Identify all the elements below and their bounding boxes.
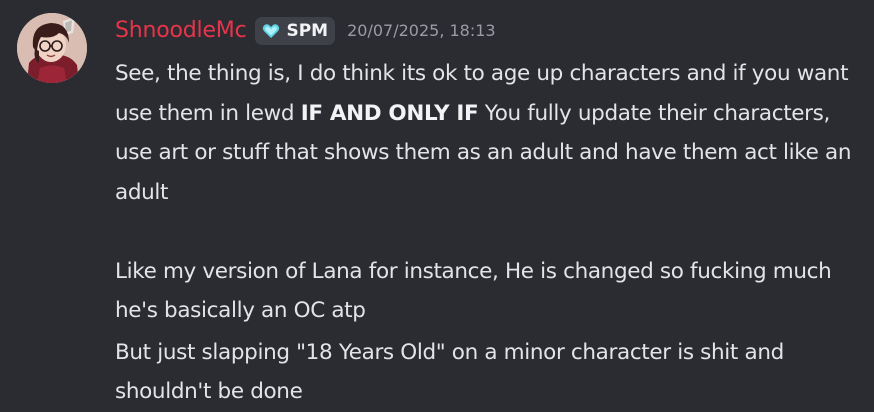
message-text: Like my version of Lana for instance, He… [115,258,832,324]
message-text: But just slapping "18 Years Old" on a mi… [115,339,784,405]
timestamp[interactable]: 20/07/2025, 18:13 [347,17,496,45]
avatar-image [17,13,87,83]
guild-tag-badge[interactable]: SPM [255,17,336,45]
username[interactable]: ShnoodleMc [115,16,247,46]
message-paragraph: See, the thing is, I do think its ok to … [115,54,865,212]
avatar[interactable] [17,13,87,83]
message-paragraph: But just slapping "18 Years Old" on a mi… [115,333,865,412]
guild-tag-label: SPM [286,21,329,41]
chat-message: ShnoodleMc SPM 20/07/2025, 18:13 See, th… [0,0,874,409]
message-paragraph: Like my version of Lana for instance, He… [115,252,865,331]
bold-text: IF AND ONLY IF [300,100,479,126]
message-content: See, the thing is, I do think its ok to … [115,54,865,412]
heart-icon [263,24,280,38]
message-header: ShnoodleMc SPM 20/07/2025, 18:13 [115,14,496,48]
